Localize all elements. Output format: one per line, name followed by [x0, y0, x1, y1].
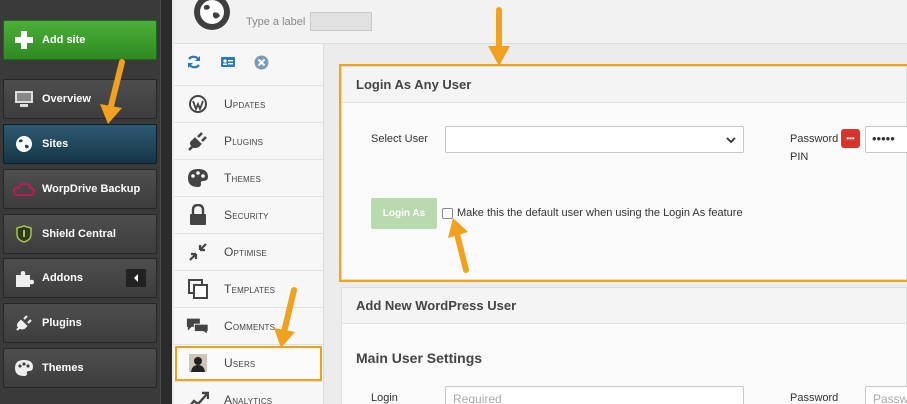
sidebar-item-label: Shield Central — [42, 228, 116, 240]
subnav-item-label: Themes — [224, 171, 261, 185]
plug-icon — [186, 130, 210, 152]
comments-icon — [186, 315, 210, 337]
subnav-item-label: Analytics — [224, 393, 273, 404]
annotation-arrow-login-panel — [488, 7, 510, 66]
subnav-item-label: Comments — [224, 319, 276, 333]
login-as-panel: Login As Any User Select User Password P… — [339, 64, 907, 282]
annotation-arrow-users — [274, 287, 297, 348]
id-card-icon[interactable] — [220, 55, 236, 74]
analytics-icon — [186, 389, 210, 404]
password-pin-label: Password — [790, 133, 839, 145]
label-input[interactable] — [310, 12, 372, 31]
chevron-left-icon — [134, 274, 138, 282]
sidebar-item-sites[interactable]: Sites — [3, 124, 157, 164]
subnav-item-optimise[interactable]: Optimise — [174, 234, 323, 271]
password-label: Password — [790, 392, 839, 404]
sidebar-item-plugins[interactable]: Plugins — [3, 303, 157, 343]
select-user-label: Select User — [371, 133, 428, 145]
subnav-item-label: Optimise — [224, 245, 267, 259]
site-globe-icon — [194, 0, 230, 30]
globe-icon — [13, 135, 35, 153]
main-sidebar: Add site Overview Sites WorpDrive Backup — [0, 0, 172, 404]
sidebar-item-label: Overview — [42, 93, 91, 105]
subnav-item-updates[interactable]: Updates — [174, 86, 323, 123]
subnav-item-themes[interactable]: Themes — [174, 160, 323, 197]
user-icon — [186, 352, 210, 374]
site-header: Type a label — [174, 0, 907, 44]
password-pin-input[interactable]: ••••• — [865, 126, 907, 153]
sidebar-divider — [160, 0, 172, 404]
select-user-dropdown[interactable] — [445, 126, 744, 153]
compress-icon — [186, 241, 210, 263]
password-input[interactable]: Passw — [865, 386, 907, 404]
collapse-toggle[interactable] — [126, 269, 146, 287]
subnav-item-security[interactable]: Security — [174, 197, 323, 234]
add-user-panel-title: Add New WordPress User — [342, 288, 906, 324]
subnav-item-label: Plugins — [224, 134, 264, 148]
add-site-label: Add site — [42, 34, 86, 46]
login-input[interactable]: Required — [445, 386, 744, 404]
monitor-icon — [13, 90, 35, 108]
annotation-arrow-checkbox — [448, 218, 469, 273]
refresh-icon[interactable] — [186, 54, 202, 75]
sidebar-item-addons[interactable]: Addons — [3, 258, 157, 298]
sidebar-item-label: Themes — [42, 362, 84, 374]
login-as-button[interactable]: Login As — [371, 198, 437, 229]
label-prompt: Type a label — [246, 16, 306, 28]
add-site-button[interactable]: Add site — [3, 20, 157, 60]
sidebar-item-themes[interactable]: Themes — [3, 348, 157, 388]
palette-icon — [186, 167, 210, 189]
login-label: Login — [371, 392, 398, 404]
puzzle-icon — [13, 269, 35, 287]
app-root: Add site Overview Sites WorpDrive Backup — [0, 0, 907, 404]
lock-icon — [186, 204, 210, 226]
subnav-item-label: Security — [224, 208, 269, 222]
add-user-panel: Add New WordPress User Main User Setting… — [341, 287, 907, 404]
sidebar-item-label: Plugins — [42, 317, 82, 329]
shield-icon — [13, 225, 35, 243]
palette-icon — [13, 359, 35, 377]
subnav-item-plugins[interactable]: Plugins — [174, 123, 323, 160]
password-pin-label-2: PIN — [790, 151, 809, 163]
wordpress-icon — [186, 93, 210, 115]
sidebar-item-label: Addons — [42, 272, 83, 284]
plug-icon — [13, 314, 35, 332]
main-user-settings-title: Main User Settings — [356, 350, 483, 366]
main-content: Login As Any User Select User Password P… — [325, 44, 907, 404]
subnav-toolbar — [174, 44, 323, 86]
subnav-item-label: Updates — [224, 97, 266, 111]
plus-icon — [13, 31, 35, 49]
sidebar-item-label: WorpDrive Backup — [42, 183, 141, 195]
close-circle-icon[interactable] — [254, 55, 269, 75]
login-panel-title: Login As Any User — [342, 67, 906, 103]
subnav-item-label: Templates — [224, 282, 276, 296]
default-user-checkbox-label: Make this the default user when using th… — [457, 207, 743, 219]
chevron-down-icon — [726, 137, 736, 144]
annotation-arrow-sites — [100, 59, 125, 124]
sidebar-item-worpdrive-backup[interactable]: WorpDrive Backup — [3, 169, 157, 209]
templates-icon — [186, 278, 210, 300]
sidebar-item-label: Sites — [42, 138, 69, 150]
subnav-item-analytics[interactable]: Analytics — [174, 382, 323, 404]
sidebar-item-shield-central[interactable]: Shield Central — [3, 214, 157, 254]
subnav-item-label: Users — [224, 356, 256, 370]
sidebar-item-overview[interactable]: Overview — [3, 79, 157, 119]
pin-keypad-icon[interactable]: ••• — [841, 129, 860, 148]
cloud-icon — [13, 180, 35, 198]
